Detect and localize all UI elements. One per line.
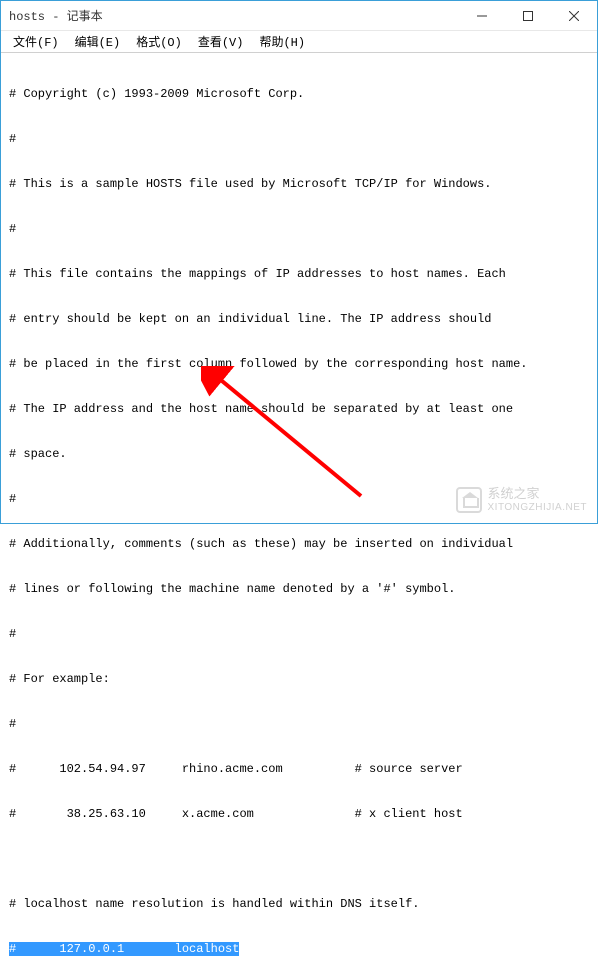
text-line: # localhost name resolution is handled w… bbox=[9, 897, 589, 912]
menu-edit[interactable]: 编辑(E) bbox=[67, 31, 129, 52]
menu-file[interactable]: 文件(F) bbox=[5, 31, 67, 52]
menu-format[interactable]: 格式(O) bbox=[128, 31, 190, 52]
selected-text: # 127.0.0.1 localhost bbox=[9, 942, 239, 956]
text-line: # This is a sample HOSTS file used by Mi… bbox=[9, 177, 589, 192]
watermark-logo-icon bbox=[456, 487, 482, 513]
close-button[interactable] bbox=[551, 1, 597, 30]
text-line: # 102.54.94.97 rhino.acme.com # source s… bbox=[9, 762, 589, 777]
minimize-button[interactable] bbox=[459, 1, 505, 30]
text-line: # bbox=[9, 222, 589, 237]
watermark-cn: 系统之家 bbox=[488, 487, 588, 501]
window-title: hosts - 记事本 bbox=[9, 7, 459, 24]
text-line: # This file contains the mappings of IP … bbox=[9, 267, 589, 282]
text-line: # 38.25.63.10 x.acme.com # x client host bbox=[9, 807, 589, 822]
watermark-url: XITONGZHIJIA.NET bbox=[488, 502, 588, 513]
text-line: # space. bbox=[9, 447, 589, 462]
window-controls bbox=[459, 1, 597, 30]
text-line: # bbox=[9, 717, 589, 732]
watermark: 系统之家 XITONGZHIJIA.NET bbox=[456, 487, 588, 513]
text-line: # For example: bbox=[9, 672, 589, 687]
text-line: # 127.0.0.1 localhost bbox=[9, 942, 589, 957]
text-line: # bbox=[9, 132, 589, 147]
menu-help[interactable]: 帮助(H) bbox=[251, 31, 313, 52]
text-line: # Additionally, comments (such as these)… bbox=[9, 537, 589, 552]
text-line bbox=[9, 852, 589, 867]
maximize-button[interactable] bbox=[505, 1, 551, 30]
text-line: # The IP address and the host name shoul… bbox=[9, 402, 589, 417]
text-line: # entry should be kept on an individual … bbox=[9, 312, 589, 327]
text-line: # Copyright (c) 1993-2009 Microsoft Corp… bbox=[9, 87, 589, 102]
menubar: 文件(F) 编辑(E) 格式(O) 查看(V) 帮助(H) bbox=[1, 31, 597, 53]
titlebar[interactable]: hosts - 记事本 bbox=[1, 1, 597, 31]
menu-view[interactable]: 查看(V) bbox=[190, 31, 252, 52]
text-line: # bbox=[9, 627, 589, 642]
editor-content[interactable]: # Copyright (c) 1993-2009 Microsoft Corp… bbox=[1, 53, 597, 976]
watermark-text: 系统之家 XITONGZHIJIA.NET bbox=[488, 487, 588, 512]
text-line: # lines or following the machine name de… bbox=[9, 582, 589, 597]
text-line: # be placed in the first column followed… bbox=[9, 357, 589, 372]
